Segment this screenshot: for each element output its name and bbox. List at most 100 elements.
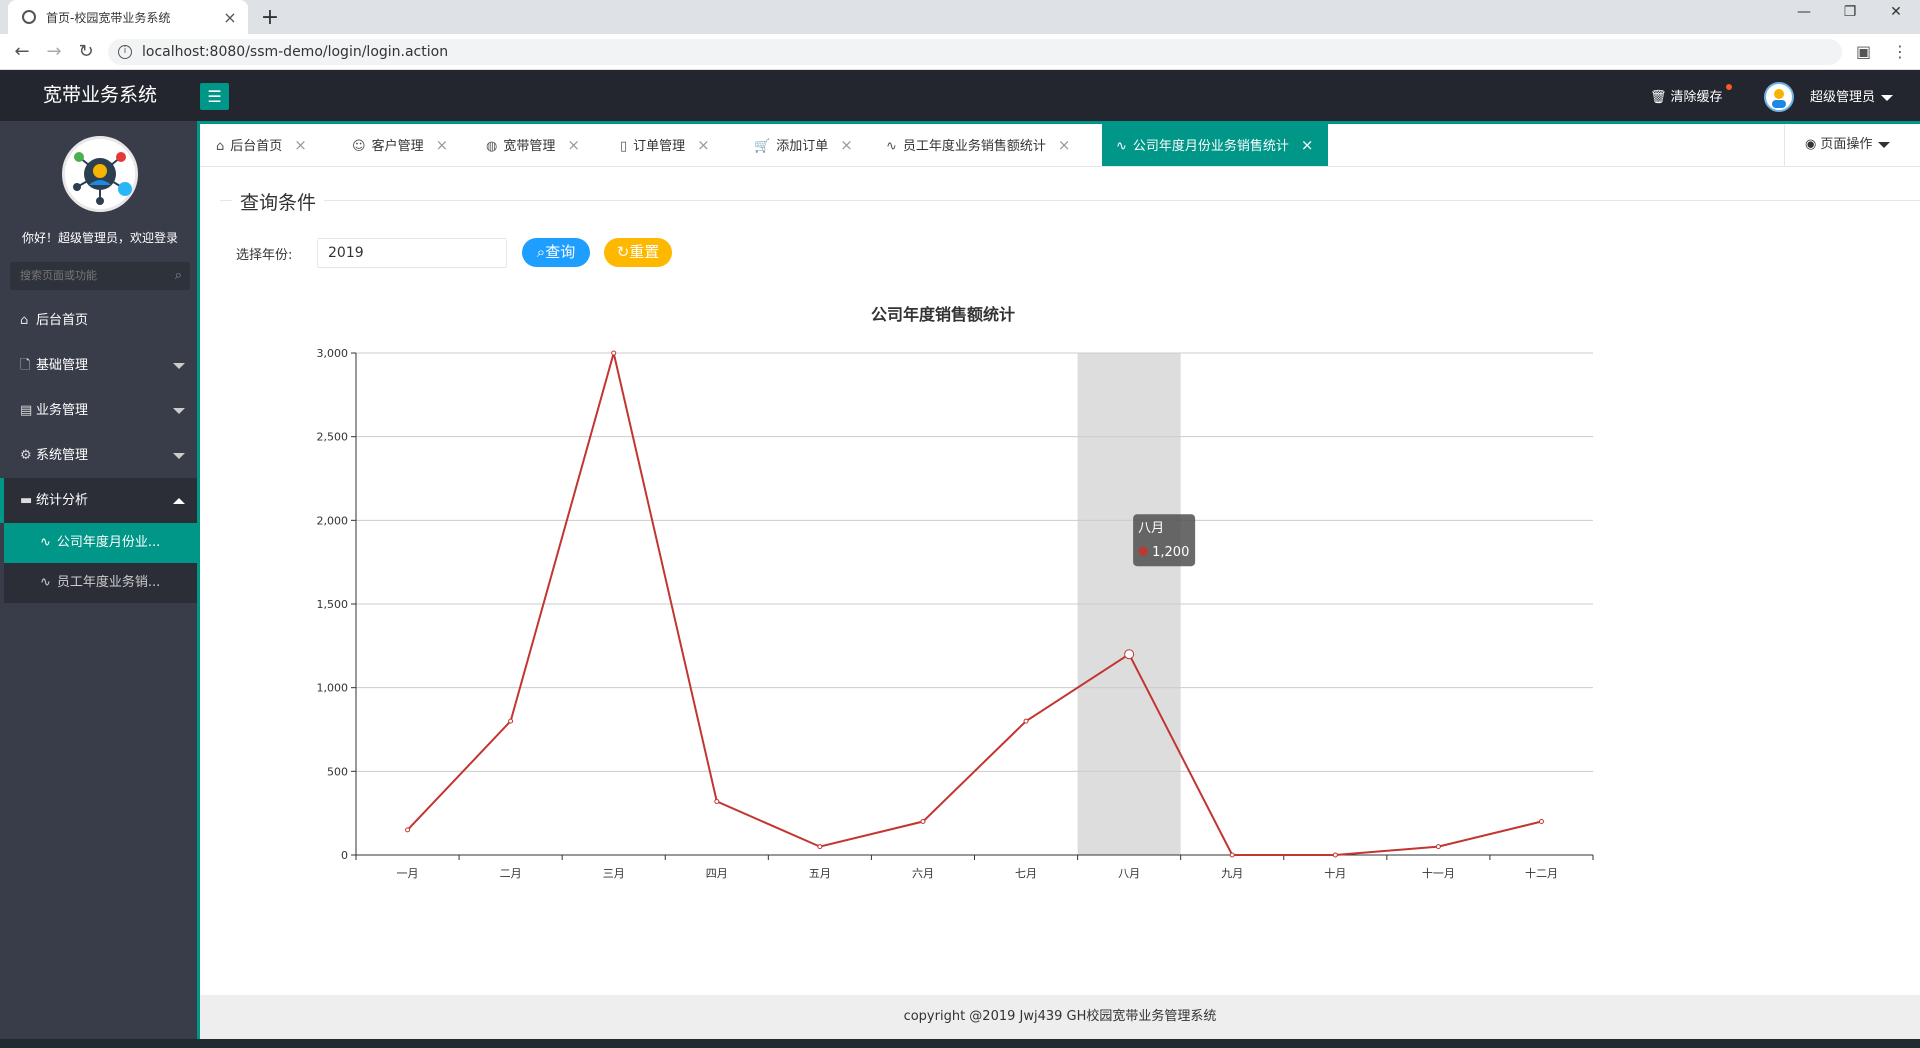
sidebar-item-business[interactable]: ▤ 业务管理 <box>0 388 197 433</box>
page-operations-menu[interactable]: ◉ 页面操作 <box>1784 124 1920 166</box>
menu-toggle-button[interactable]: ☰ <box>200 83 229 110</box>
close-icon[interactable]: × <box>436 136 449 154</box>
forward-button[interactable]: → <box>42 41 66 63</box>
fieldset-border <box>220 200 1920 201</box>
data-point <box>405 827 411 833</box>
notification-dot <box>1725 84 1732 90</box>
chart-title: 公司年度销售额统计 <box>871 305 1015 324</box>
sidebar-subitem-label: 公司年度月份业... <box>56 535 161 550</box>
page-tab-bar: ⌂ 后台首页 × ☺ 客户管理 × ◍ 宽带管理 × ▯ 订单管理 × 🛒 添加订单 × ∿ 员工年度… <box>200 124 1920 167</box>
user-avatar[interactable] <box>1764 82 1794 112</box>
sidebar-item-home[interactable]: ⌂ 后台首页 <box>0 298 197 343</box>
y-tick-label: 0 <box>341 849 348 862</box>
more-menu-icon[interactable]: ⋮ <box>1892 42 1908 61</box>
close-icon[interactable]: × <box>567 136 580 154</box>
tab-customers[interactable]: ☺ 客户管理 × <box>352 124 448 166</box>
line-chart-svg: 公司年度销售额统计 0 500 1,000 1,500 2,000 2,500 3,000 一月… <box>317 305 1594 880</box>
search-icon: ⌕ <box>536 243 546 261</box>
y-tick-label: 2,000 <box>317 514 349 527</box>
chevron-down-icon <box>173 408 185 414</box>
info-icon[interactable]: i <box>118 45 132 59</box>
tab-label: 订单管理 <box>633 139 686 154</box>
list-icon: ▤ <box>20 403 33 418</box>
query-button[interactable]: ⌕查询 <box>522 238 590 267</box>
sidebar: 你好！超级管理员，欢迎登录 搜索页面或功能 ⌕ ⌂ 后台首页 🗋 基础管理 ▤ 业务管… <box>0 121 200 1048</box>
sidebar-subitem-employee-yearly[interactable]: ∿ 员工年度业务销... <box>4 563 197 603</box>
tab-add-order[interactable]: 🛒 添加订单 × <box>754 124 853 166</box>
close-icon[interactable]: × <box>222 8 238 27</box>
new-tab-button[interactable]: + <box>258 5 282 30</box>
query-button-label: 查询 <box>545 243 576 261</box>
close-icon[interactable]: × <box>1058 136 1071 154</box>
tab-company-stats[interactable]: ∿ 公司年度月份业务销售统计 × <box>1102 124 1328 166</box>
x-tick-label: 三月 <box>603 867 625 880</box>
window-close-button[interactable]: ✕ <box>1876 4 1916 20</box>
reset-button[interactable]: ↻重置 <box>604 238 672 267</box>
x-tick-label: 九月 <box>1221 867 1243 880</box>
restore-button[interactable]: ❐ <box>1830 4 1870 20</box>
tab-label: 后台首页 <box>230 139 283 154</box>
tab-orders[interactable]: ▯ 订单管理 × <box>620 124 710 166</box>
tab-label: 宽带管理 <box>503 139 556 154</box>
url-text: localhost:8080/ssm-demo/login/login.acti… <box>142 44 449 60</box>
reset-button-label: 重置 <box>629 243 660 261</box>
tab-employee-stats[interactable]: ∿ 员工年度业务销售额统计 × <box>886 124 1071 166</box>
tab-home[interactable]: ⌂ 后台首页 × <box>216 124 307 166</box>
tab-broadband[interactable]: ◍ 宽带管理 × <box>486 124 580 166</box>
sales-chart: 公司年度销售额统计 0 500 1,000 1,500 2,000 2,500 3,000 一月… <box>250 290 1630 890</box>
browser-toolbar: ← → ↻ i localhost:8080/ssm-demo/login/lo… <box>0 34 1920 70</box>
welcome-text: 你好！超级管理员，欢迎登录 <box>21 231 178 245</box>
clear-cache-button[interactable]: 🗑 清除缓存 <box>1650 84 1732 105</box>
clear-cache-label: 清除缓存 <box>1670 90 1723 105</box>
tab-label: 客户管理 <box>371 139 424 154</box>
y-tick-label: 2,500 <box>317 431 349 444</box>
data-point <box>1538 819 1544 825</box>
sidebar-item-label: 业务管理 <box>36 403 89 418</box>
browser-tab[interactable]: 首页-校园宽带业务系统 × <box>8 0 248 34</box>
data-point <box>1124 649 1135 660</box>
x-tick-label: 八月 <box>1118 867 1140 880</box>
footer: copyright @2019 Jwj439 GH校园宽带业务管理系统 <box>200 995 1920 1039</box>
x-tick-label: 一月 <box>397 867 419 880</box>
x-tick-label: 五月 <box>809 867 831 880</box>
chevron-down-icon <box>1878 141 1891 148</box>
data-point <box>920 819 926 825</box>
close-icon[interactable]: × <box>697 136 710 154</box>
x-tick-label: 十一月 <box>1422 866 1455 880</box>
pulse-icon: ∿ <box>1116 139 1127 154</box>
sidebar-item-statistics[interactable]: ▬ 统计分析 <box>0 478 197 523</box>
year-input[interactable]: 2019 <box>317 238 507 268</box>
cart-icon: 🛒 <box>754 139 771 154</box>
close-icon[interactable]: × <box>1301 136 1314 154</box>
search-icon[interactable]: ⌕ <box>175 262 182 290</box>
back-button[interactable]: ← <box>10 41 34 63</box>
gear-icon: ⚙ <box>20 448 32 463</box>
minimize-button[interactable]: — <box>1784 4 1824 20</box>
tab-label: 公司年度月份业务销售统计 <box>1132 139 1289 154</box>
query-legend: 查询条件 <box>232 188 325 215</box>
close-icon[interactable]: × <box>840 136 853 154</box>
chevron-down-icon <box>1881 94 1894 101</box>
sidebar-search-input[interactable]: 搜索页面或功能 ⌕ <box>10 262 190 290</box>
refresh-icon: ↻ <box>616 243 630 261</box>
pulse-icon: ∿ <box>40 575 51 590</box>
profile-icon[interactable]: ▣ <box>1856 42 1871 61</box>
chat-icon: ▬ <box>20 493 33 508</box>
sidebar-item-basic[interactable]: 🗋 基础管理 <box>0 343 197 388</box>
tooltip-marker <box>1138 546 1148 556</box>
pulse-icon: ∿ <box>40 535 51 550</box>
reload-button[interactable]: ↻ <box>74 41 98 63</box>
sidebar-item-system[interactable]: ⚙ 系统管理 <box>0 433 197 478</box>
tab-label: 添加订单 <box>776 139 829 154</box>
file-icon: 🗋 <box>20 358 31 373</box>
close-icon[interactable]: × <box>294 136 307 154</box>
sidebar-subitem-company-monthly[interactable]: ∿ 公司年度月份业... <box>4 523 197 563</box>
sidebar-subitem-label: 员工年度业务销... <box>56 575 161 590</box>
user-icon: ☺ <box>352 139 366 154</box>
address-bar[interactable]: i localhost:8080/ssm-demo/login/login.ac… <box>108 39 1842 65</box>
data-point <box>508 718 514 724</box>
tooltip-category: 八月 <box>1138 521 1164 536</box>
user-menu[interactable]: 超级管理员 <box>1810 86 1894 105</box>
sidebar-item-label: 统计分析 <box>36 493 89 508</box>
browser-tab-title: 首页-校园宽带业务系统 <box>46 10 171 25</box>
